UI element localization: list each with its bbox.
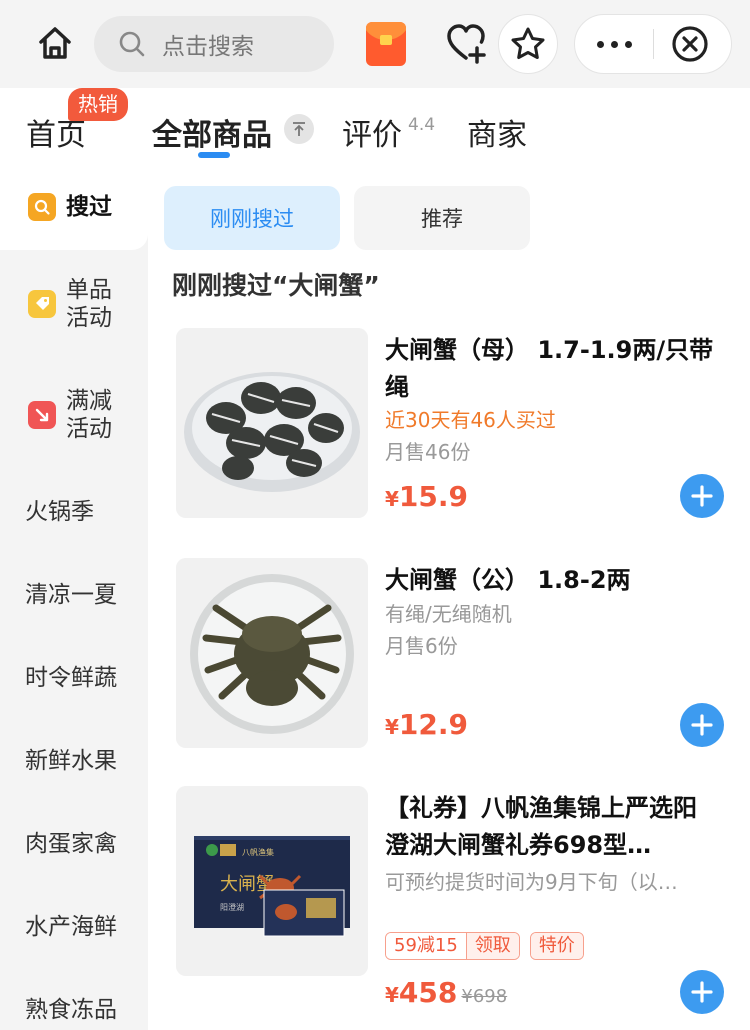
tag-icon [28, 290, 56, 318]
sidebar-item-fruits[interactable]: 新鲜水果 [0, 747, 148, 775]
plus-icon [691, 981, 713, 1003]
section-title: 刚刚搜过“大闸蟹” [172, 271, 380, 300]
sidebar-item-label: 肉蛋家禽 [25, 831, 117, 857]
box-lake-label: 阳澄湖 [220, 902, 244, 912]
sidebar-item-label: 搜过 [66, 194, 112, 220]
sidebar-item-label: 熟食冻品 [25, 997, 117, 1023]
product-price: ¥458 ¥698 [385, 976, 508, 1009]
store-tabs: 首页 热销 全部商品 评价 4.4 商家 [0, 88, 750, 168]
add-to-cart-button[interactable] [680, 970, 724, 1014]
product-sales: 月售6份 [385, 634, 458, 658]
more-dot-icon [596, 40, 604, 48]
product-sales: 月售46份 [385, 440, 471, 464]
hot-badge: 热销 [68, 88, 128, 121]
product-price: ¥15.9 [385, 480, 469, 513]
search-input[interactable]: 点击搜索 [94, 16, 334, 72]
sidebar-item-discount[interactable]: 满减 活动 [0, 387, 148, 443]
tab-shop[interactable]: 商家 [467, 110, 527, 154]
product-description: 有绳/无绳随机 [385, 602, 512, 626]
promo-tags: 59减15 领取 特价 [385, 932, 584, 960]
sidebar-item-label: 水产海鲜 [25, 914, 117, 940]
home-button[interactable] [30, 18, 80, 68]
search-placeholder: 点击搜索 [162, 34, 254, 60]
coupon-claim: 领取 [465, 933, 519, 959]
product-price: ¥12.9 [385, 708, 469, 741]
top-bar: 点击搜索 [0, 0, 750, 88]
collapse-up-icon[interactable] [284, 114, 314, 144]
rating-score: 4.4 [408, 115, 436, 135]
search-icon [119, 31, 145, 57]
sidebar-item-label: 新鲜水果 [25, 748, 117, 774]
category-sidebar: 搜过 单品 活动 满减 活动 火锅季 清凉一夏 时令鲜蔬 新鲜水果 肉蛋家禽 水… [0, 168, 148, 1030]
tab-review[interactable]: 评价 [342, 110, 402, 154]
discount-icon [28, 401, 56, 429]
heart-plus-icon [447, 24, 486, 64]
star-icon [511, 27, 545, 59]
product-name: 大闸蟹（公） 1.8-2两 [385, 566, 631, 594]
product-image [176, 328, 368, 518]
segment-recent[interactable]: 刚刚搜过 [164, 186, 340, 250]
product-buyers: 近30天有46人买过 [385, 408, 556, 432]
product-image: 八帆渔集 大闸蟹 阳澄湖 [176, 786, 368, 976]
original-price: ¥698 [461, 986, 508, 1007]
close-circle-icon [672, 26, 708, 62]
sidebar-item-seafood[interactable]: 水产海鲜 [0, 913, 148, 941]
product-name: 大闸蟹（母） 1.7-1.9两/只带绳 [385, 336, 714, 401]
add-to-cart-button[interactable] [680, 474, 724, 518]
capsule-divider [653, 29, 654, 59]
product-card[interactable]: 大闸蟹（母） 1.7-1.9两/只带绳 近30天有46人买过 月售46份 ¥15… [176, 328, 736, 523]
product-image [176, 558, 368, 748]
active-tab-indicator [198, 152, 230, 158]
product-name: 【礼券】八帆渔集锦上严选阳澄湖大闸蟹礼券698型… [385, 794, 697, 859]
sidebar-item-summer[interactable]: 清凉一夏 [0, 581, 148, 609]
home-icon [39, 27, 71, 59]
sidebar-item-label: 火锅季 [25, 499, 94, 525]
more-dot-icon [610, 40, 618, 48]
sidebar-item-searched[interactable]: 搜过 [0, 193, 148, 221]
sidebar-item-single-promo[interactable]: 单品 活动 [0, 276, 148, 332]
sidebar-item-label: 满减 活动 [66, 388, 112, 442]
sidebar-item-label: 时令鲜蔬 [25, 665, 117, 691]
sidebar-item-frozen[interactable]: 熟食冻品 [0, 996, 148, 1024]
sidebar-item-meat-eggs[interactable]: 肉蛋家禽 [0, 830, 148, 858]
add-to-cart-button[interactable] [680, 703, 724, 747]
tab-all-products[interactable]: 全部商品 [152, 110, 272, 154]
sidebar-item-label: 清凉一夏 [25, 582, 117, 608]
segment-recommend[interactable]: 推荐 [354, 186, 530, 250]
plus-icon [691, 485, 713, 507]
product-description: 可预约提货时间为9月下旬（以… [385, 870, 678, 894]
follow-button[interactable] [440, 18, 492, 70]
close-button[interactable] [671, 25, 709, 63]
favorite-button[interactable] [498, 14, 558, 74]
product-card[interactable]: 大闸蟹（公） 1.8-2两 有绳/无绳随机 月售6份 ¥12.9 [176, 558, 736, 753]
sidebar-item-vegetables[interactable]: 时令鲜蔬 [0, 664, 148, 692]
mini-program-capsule [574, 14, 732, 74]
coupon-tag[interactable]: 59减15 领取 [385, 932, 520, 960]
coupon-amount: 59减15 [386, 933, 466, 959]
search-icon [28, 193, 56, 221]
special-price-tag: 特价 [529, 932, 584, 960]
plus-icon [691, 714, 713, 736]
product-card[interactable]: 八帆渔集 大闸蟹 阳澄湖 【礼券】八帆渔集锦上严选阳澄湖大闸蟹礼券698型… 可… [176, 786, 736, 1030]
sidebar-item-label: 单品 活动 [66, 277, 112, 331]
red-packet-icon[interactable] [366, 22, 406, 66]
box-brand-label: 八帆渔集 [242, 847, 274, 857]
sidebar-item-hotpot[interactable]: 火锅季 [0, 498, 148, 526]
more-button[interactable] [575, 15, 653, 73]
more-dot-icon [624, 40, 632, 48]
